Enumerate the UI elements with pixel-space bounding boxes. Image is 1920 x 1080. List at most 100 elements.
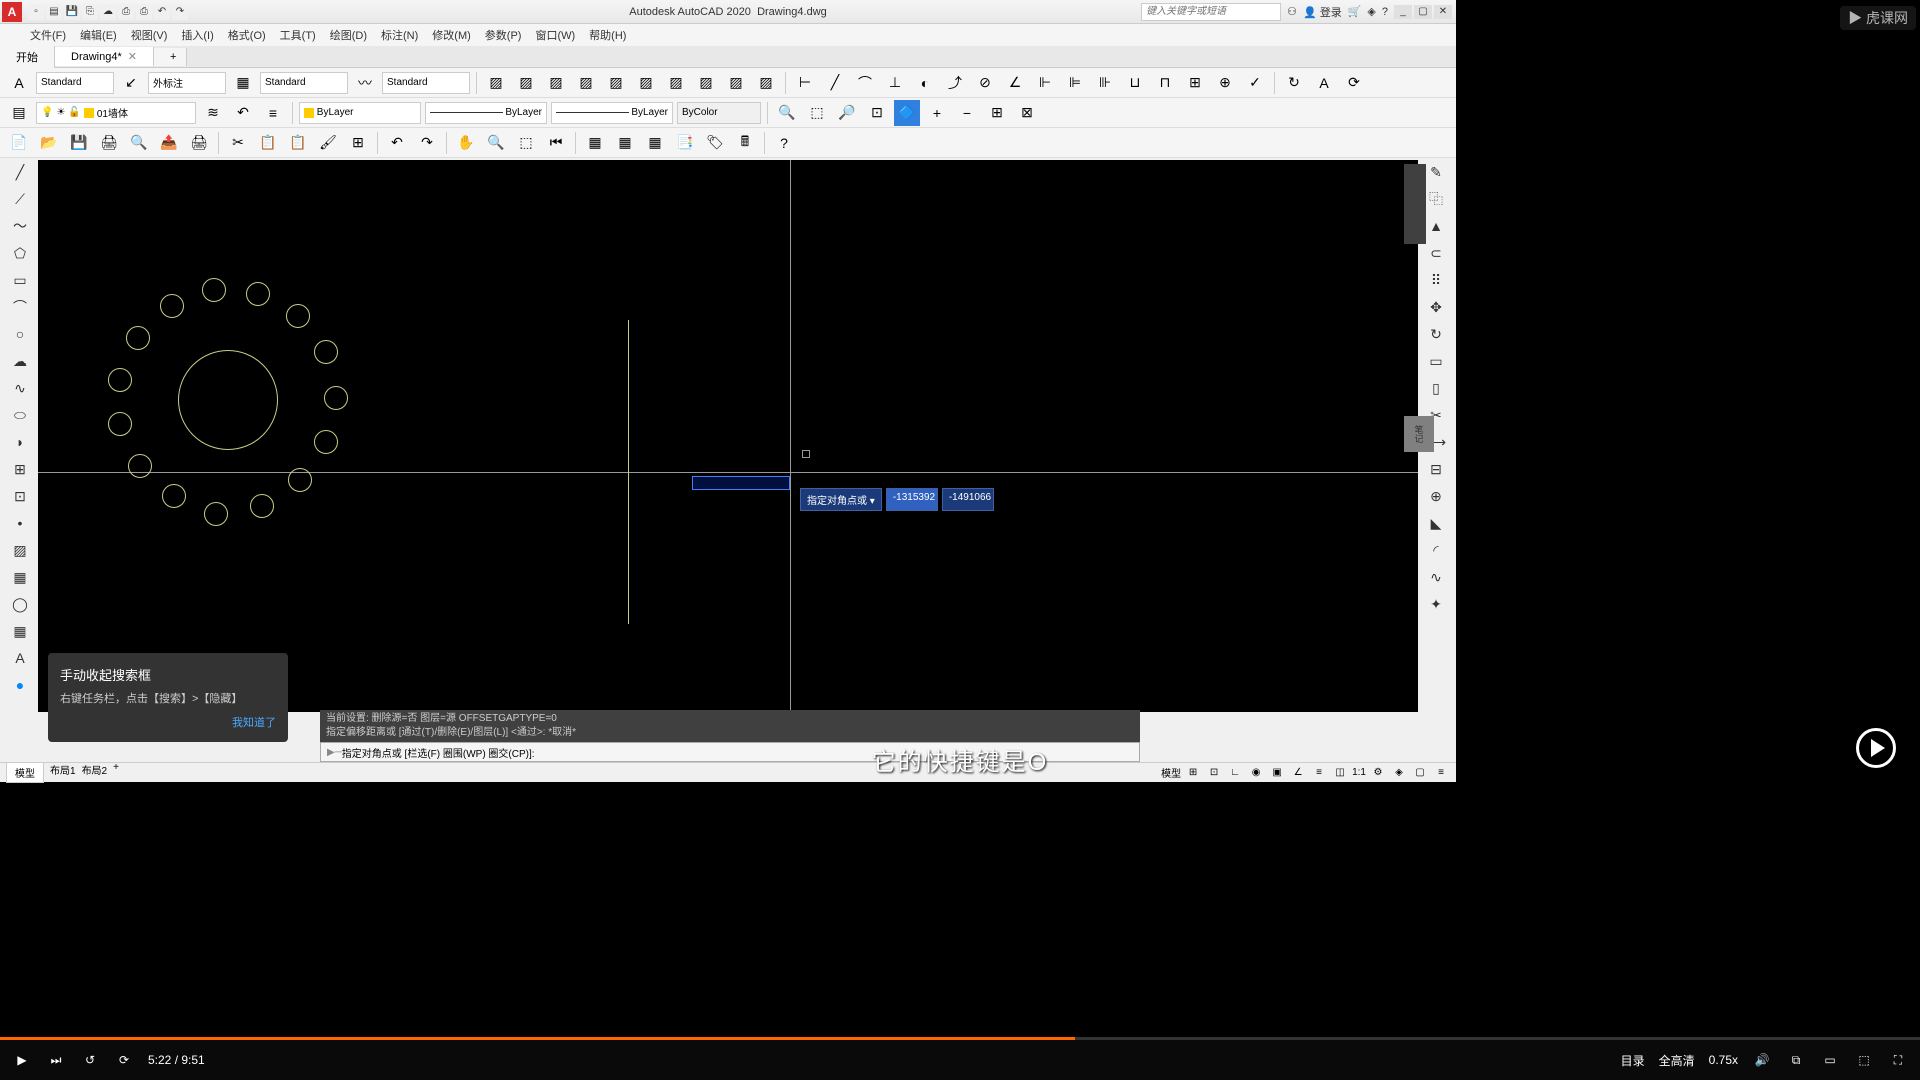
offset-icon[interactable]: ⊂ <box>1424 241 1448 265</box>
layer-tool-icon[interactable]: ▨ <box>633 70 659 96</box>
model-tab[interactable]: 模型 <box>6 762 44 783</box>
hatch-icon[interactable]: ▨ <box>8 538 32 562</box>
menu-view[interactable]: 视图(V) <box>131 27 168 43</box>
dim-baseline-icon[interactable]: ⊫ <box>1062 70 1088 96</box>
join-icon[interactable]: ⊕ <box>1424 484 1448 508</box>
tab-drawing4[interactable]: Drawing4*✕ <box>55 47 154 66</box>
layer-tool-icon[interactable]: ▨ <box>603 70 629 96</box>
break-icon[interactable]: ⊟ <box>1424 457 1448 481</box>
login-button[interactable]: 👤 登录 <box>1303 4 1342 20</box>
ellipsearc-icon[interactable]: ◗ <box>8 430 32 454</box>
print-icon[interactable]: ⎙ <box>136 4 152 20</box>
volume-icon[interactable]: 🔊 <box>1752 1050 1772 1070</box>
lwt-icon[interactable]: ≡ <box>1310 765 1328 781</box>
gear-icon[interactable]: ⚙ <box>1369 765 1387 781</box>
erase-icon[interactable]: ✎ <box>1424 160 1448 184</box>
layer-tool-icon[interactable]: ▨ <box>543 70 569 96</box>
osnap-icon[interactable]: ▣ <box>1268 765 1286 781</box>
help-icon[interactable]: ? <box>1382 6 1388 18</box>
polygon-icon[interactable]: ⬠ <box>8 241 32 265</box>
pip-icon[interactable]: ⧉ <box>1786 1050 1806 1070</box>
centermark-icon[interactable]: ⊕ <box>1212 70 1238 96</box>
speed-button[interactable]: 0.75x <box>1709 1053 1738 1067</box>
markup-icon[interactable]: 🏷 <box>702 130 728 156</box>
chamfer-icon[interactable]: ◣ <box>1424 511 1448 535</box>
search-input[interactable] <box>1141 3 1281 21</box>
new-file-icon[interactable]: 📄 <box>6 130 32 156</box>
app-exchange-icon[interactable]: ◈ <box>1367 5 1375 18</box>
array-icon[interactable]: ⠿ <box>1424 268 1448 292</box>
menu-format[interactable]: 格式(O) <box>228 27 266 43</box>
dimstyle-icon[interactable]: ↙ <box>118 70 144 96</box>
textstyle-dropdown[interactable]: Standard <box>36 72 114 94</box>
infocenter-icon[interactable]: ⚇ <box>1287 5 1297 18</box>
dim-linear-icon[interactable]: ⊢ <box>792 70 818 96</box>
rotate-icon[interactable]: ↻ <box>1424 322 1448 346</box>
plot-icon[interactable]: 🖨 <box>96 130 122 156</box>
mirror-icon[interactable]: ▲ <box>1424 214 1448 238</box>
inspect-icon[interactable]: ✓ <box>1242 70 1268 96</box>
zoom-rt-icon[interactable]: 🔍 <box>483 130 509 156</box>
menu-modify[interactable]: 修改(M) <box>432 27 471 43</box>
snap-icon[interactable]: ⊡ <box>1205 765 1223 781</box>
zoom-win-icon[interactable]: ⬚ <box>513 130 539 156</box>
spline-icon[interactable]: ∿ <box>8 376 32 400</box>
layer-tool-icon[interactable]: ▨ <box>753 70 779 96</box>
copy-mod-icon[interactable]: ⿻ <box>1424 187 1448 211</box>
mlstyle-dropdown[interactable]: Standard <box>382 72 470 94</box>
dim-ordinate-icon[interactable]: ⊥ <box>882 70 908 96</box>
preview-icon[interactable]: 🔍 <box>126 130 152 156</box>
new-icon[interactable]: ▫ <box>28 4 44 20</box>
linetype-dropdown[interactable]: ByLayer <box>425 102 547 124</box>
zoom-extents-icon[interactable]: ⊠ <box>1014 100 1040 126</box>
play-button[interactable]: ▶ <box>12 1050 32 1070</box>
rewind-button[interactable]: ↺ <box>80 1050 100 1070</box>
insert-icon[interactable]: ⊞ <box>8 457 32 481</box>
cloud-icon[interactable]: ☁ <box>100 4 116 20</box>
layer-match-icon[interactable]: ≋ <box>200 100 226 126</box>
scale-icon[interactable]: ▭ <box>1424 349 1448 373</box>
dim-arc-icon[interactable]: ⌒ <box>852 70 878 96</box>
cut-icon[interactable]: ✂ <box>225 130 251 156</box>
dim-jog-icon[interactable]: ⤴ <box>942 70 968 96</box>
menu-edit[interactable]: 编辑(E) <box>80 27 117 43</box>
pline-icon[interactable]: 〜 <box>8 214 32 238</box>
zoom-in-icon[interactable]: + <box>924 100 950 126</box>
dim-space-icon[interactable]: ⊔ <box>1122 70 1148 96</box>
wide-icon[interactable]: ⬚ <box>1854 1050 1874 1070</box>
menu-dimension[interactable]: 标注(N) <box>381 27 418 43</box>
minimize-button[interactable]: _ <box>1394 5 1412 19</box>
redo-icon[interactable]: ↷ <box>414 130 440 156</box>
zoom-center-icon[interactable]: ⊡ <box>864 100 890 126</box>
zoom-dynamic-icon[interactable]: ⬚ <box>804 100 830 126</box>
save-icon[interactable]: 💾 <box>64 4 80 20</box>
saveas-icon[interactable]: ⎘ <box>82 4 98 20</box>
zoom-prev-icon[interactable]: ⏮ <box>543 130 569 156</box>
layer-dropdown[interactable]: 💡 ☀ 🔓 01墙体 <box>36 102 196 124</box>
menu-params[interactable]: 参数(P) <box>485 27 522 43</box>
menu-draw[interactable]: 绘图(D) <box>330 27 367 43</box>
xline-icon[interactable]: ⟋ <box>8 187 32 211</box>
sheet-icon[interactable]: 📑 <box>672 130 698 156</box>
line-icon[interactable]: ╱ <box>8 160 32 184</box>
zoom-object-icon[interactable]: 🔷 <box>894 100 920 126</box>
3dprint-icon[interactable]: 🖨 <box>186 130 212 156</box>
layer-tool-icon[interactable]: ▨ <box>483 70 509 96</box>
dim-aligned-icon[interactable]: ╱ <box>822 70 848 96</box>
ortho-icon[interactable]: ∟ <box>1226 765 1244 781</box>
layer-tool-icon[interactable]: ▨ <box>693 70 719 96</box>
dyn-y-field[interactable]: -1491066 <box>942 488 994 511</box>
maximize-button[interactable]: ▢ <box>1414 5 1432 19</box>
arc-icon[interactable]: ⌒ <box>8 295 32 319</box>
layout1-tab[interactable]: 布局1 <box>50 762 76 783</box>
notes-widget[interactable]: 笔记 <box>1404 416 1434 452</box>
region-icon[interactable]: ◯ <box>8 592 32 616</box>
toc-button[interactable]: 目录 <box>1621 1052 1645 1069</box>
explode-icon[interactable]: ✦ <box>1424 592 1448 616</box>
dim-edit-icon[interactable]: A <box>1311 70 1337 96</box>
layer-tool-icon[interactable]: ▨ <box>573 70 599 96</box>
fullscreen-icon[interactable]: ⛶ <box>1888 1050 1908 1070</box>
plotstyle-dropdown[interactable]: ByColor <box>677 102 761 124</box>
layer-props-icon[interactable]: ▤ <box>6 100 32 126</box>
move-icon[interactable]: ✥ <box>1424 295 1448 319</box>
